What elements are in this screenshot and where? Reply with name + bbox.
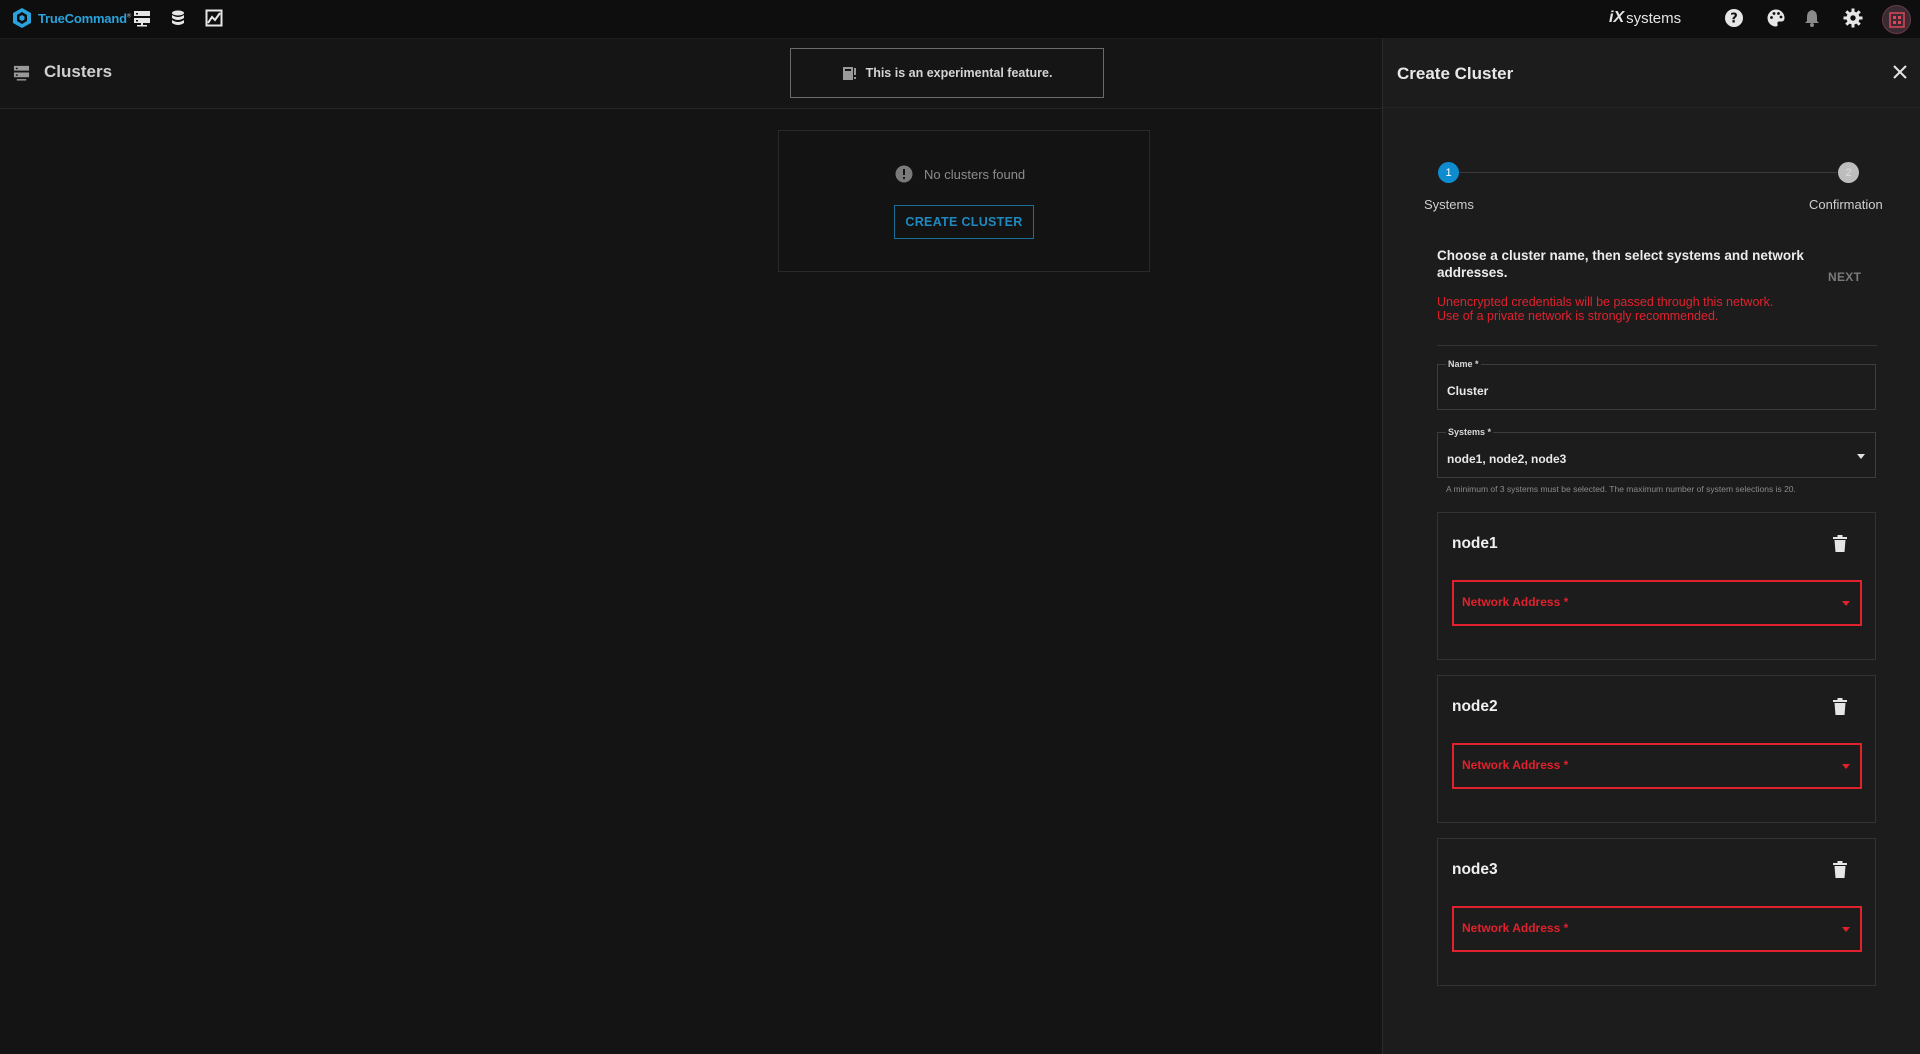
svg-text:?: ?	[1730, 12, 1738, 27]
create-cluster-button[interactable]: CREATE CLUSTER	[894, 205, 1034, 239]
create-cluster-panel: Create Cluster 1 2 Systems Confirmation …	[1382, 39, 1920, 1054]
help-icon[interactable]: ?	[1724, 8, 1744, 33]
step-1-label: Systems	[1424, 197, 1474, 212]
chart-icon[interactable]	[205, 9, 225, 29]
network-address-label: Network Address *	[1462, 758, 1569, 772]
empty-message-text: No clusters found	[924, 166, 1026, 182]
warning-line-2: Use of a private network is strongly rec…	[1437, 309, 1719, 323]
clusters-icon	[13, 64, 30, 86]
systems-select-value: node1, node2, node3	[1447, 452, 1567, 466]
empty-message: No clusters found	[895, 165, 1025, 183]
network-warning: Unencrypted credentials will be passed t…	[1437, 295, 1857, 323]
info-icon	[895, 165, 913, 183]
warning-divider	[1437, 345, 1877, 346]
experimental-banner: This is an experimental feature.	[790, 48, 1104, 98]
panel-title: Create Cluster	[1397, 64, 1514, 83]
delete-icon[interactable]	[1833, 535, 1847, 558]
avatar-icon	[1888, 11, 1905, 28]
systems-icon[interactable]	[133, 9, 153, 29]
truecommand-logo[interactable]: TrueCommand®	[11, 7, 131, 29]
name-field-label: Name *	[1446, 359, 1481, 369]
bell-icon[interactable]	[1802, 8, 1822, 33]
database-icon[interactable]	[169, 9, 189, 29]
delete-icon[interactable]	[1833, 861, 1847, 884]
palette-icon[interactable]	[1766, 8, 1786, 33]
experimental-text: This is an experimental feature.	[865, 66, 1053, 80]
stepper-line	[1449, 172, 1837, 173]
delete-icon[interactable]	[1833, 698, 1847, 721]
network-address-label: Network Address *	[1462, 921, 1569, 935]
network-address-label: Network Address *	[1462, 595, 1569, 609]
network-address-select[interactable]: Network Address *	[1452, 743, 1862, 789]
network-address-select[interactable]: Network Address *	[1452, 906, 1862, 952]
step-2-label: Confirmation	[1809, 197, 1883, 212]
node-card: node2 Network Address *	[1437, 675, 1876, 823]
top-toolbar: TrueCommand® iX systems ?	[0, 0, 1920, 39]
name-field[interactable]: Name * Cluster	[1437, 359, 1876, 410]
chevron-down-icon[interactable]	[1857, 454, 1865, 459]
panel-divider	[1383, 107, 1920, 108]
page-header: Clusters	[0, 39, 1382, 109]
avatar[interactable]	[1882, 5, 1911, 34]
systems-select-label: Systems *	[1446, 427, 1494, 437]
next-button[interactable]: NEXT	[1828, 270, 1861, 284]
node-name: node2	[1452, 698, 1498, 715]
chevron-down-icon[interactable]	[1842, 601, 1850, 606]
name-field-value[interactable]: Cluster	[1447, 384, 1488, 398]
empty-state-card: No clusters found CREATE CLUSTER	[778, 130, 1150, 272]
logo-text: TrueCommand®	[38, 10, 132, 26]
truecommand-logo-icon	[13, 8, 31, 28]
ixsystems-logo[interactable]: iX systems	[1609, 9, 1681, 27]
node-card: node3 Network Address *	[1437, 838, 1876, 986]
experimental-icon	[842, 66, 856, 80]
step-2-indicator[interactable]: 2	[1838, 162, 1859, 183]
node-name: node1	[1452, 535, 1498, 552]
systems-select[interactable]: Systems * node1, node2, node3	[1437, 427, 1876, 478]
chevron-down-icon[interactable]	[1842, 927, 1850, 932]
gear-icon[interactable]	[1843, 8, 1863, 33]
systems-hint: A minimum of 3 systems must be selected.…	[1446, 484, 1796, 494]
node-name: node3	[1452, 861, 1498, 878]
instruction-text: Choose a cluster name, then select syste…	[1437, 248, 1804, 280]
node-card: node1 Network Address *	[1437, 512, 1876, 660]
warning-line-1: Unencrypted credentials will be passed t…	[1437, 295, 1774, 309]
step-1-indicator[interactable]: 1	[1438, 162, 1459, 183]
chevron-down-icon[interactable]	[1842, 764, 1850, 769]
close-icon[interactable]	[1892, 64, 1908, 85]
page-title: Clusters	[44, 62, 113, 81]
network-address-select[interactable]: Network Address *	[1452, 580, 1862, 626]
